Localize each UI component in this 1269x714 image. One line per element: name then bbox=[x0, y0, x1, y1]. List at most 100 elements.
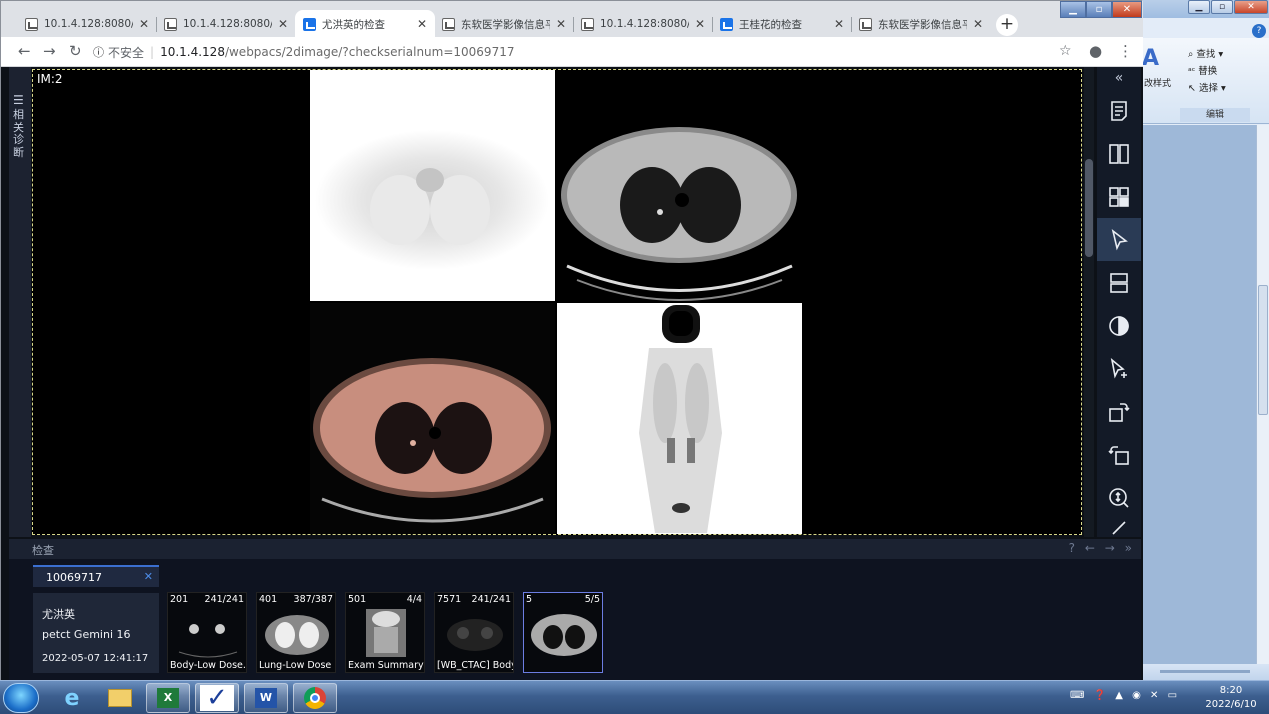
prev-icon[interactable]: ← bbox=[1085, 541, 1098, 555]
reload-icon[interactable]: ↻ bbox=[69, 44, 82, 59]
image-icon bbox=[442, 17, 455, 31]
find-item[interactable]: ⌕ 查找 ▾ bbox=[1188, 46, 1226, 63]
checkmark-app-icon[interactable]: ✓ bbox=[195, 683, 239, 713]
tab-6[interactable]: 王桂花的检查 ✕ bbox=[712, 10, 852, 38]
security-label: 不安全 bbox=[108, 45, 145, 60]
vertical-scrollbar[interactable] bbox=[1256, 125, 1269, 665]
bg-maximize-button[interactable]: ▫ bbox=[1211, 0, 1233, 14]
url-host: 10.1.4.128 bbox=[160, 45, 225, 59]
help-icon[interactable]: ? bbox=[1069, 541, 1078, 555]
app-icon bbox=[720, 17, 733, 31]
start-button[interactable] bbox=[3, 683, 39, 713]
excel-icon[interactable]: X bbox=[146, 683, 190, 713]
list-icon: ☰ bbox=[13, 93, 24, 107]
bg-close-button[interactable]: ✕ bbox=[1234, 0, 1268, 14]
profile-icon[interactable]: ● bbox=[1089, 44, 1102, 59]
series-thumbnail[interactable]: 201 241/241 Body-Low Dose... bbox=[167, 592, 247, 673]
tab-title: 10.1.4.128:8080/pa bbox=[44, 18, 133, 30]
pet-axial-image[interactable] bbox=[310, 70, 555, 301]
address-bar[interactable]: ⓘ 不安全 | 10.1.4.128/webpacs/2dimage/?chec… bbox=[93, 41, 1103, 63]
series-thumbnail-selected[interactable]: 5 5/5 bbox=[523, 592, 603, 673]
rotate-left-icon[interactable] bbox=[1097, 433, 1141, 476]
minimize-button[interactable]: ▁ bbox=[1060, 1, 1086, 18]
close-icon[interactable]: ✕ bbox=[695, 17, 705, 31]
series-preview bbox=[531, 614, 597, 656]
chrome-icon[interactable] bbox=[293, 683, 337, 713]
close-icon[interactable]: ✕ bbox=[556, 17, 566, 31]
maximize-button[interactable]: ▫ bbox=[1086, 1, 1112, 18]
viewer-scrollbar[interactable] bbox=[1084, 67, 1094, 537]
info-icon[interactable]: ⓘ bbox=[93, 44, 104, 60]
menu-icon[interactable]: ⋮ bbox=[1118, 44, 1133, 59]
exam-controls: ? ← → » bbox=[1069, 541, 1135, 555]
tab-title: 东软医学影像信息平 bbox=[461, 18, 550, 31]
clock-date: 2022/6/10 bbox=[1205, 699, 1257, 710]
folder-icon[interactable] bbox=[98, 683, 142, 713]
mip-scan-graphic bbox=[639, 305, 722, 533]
report-icon[interactable] bbox=[1097, 89, 1141, 132]
back-icon[interactable]: ← bbox=[18, 44, 31, 59]
contrast-icon[interactable] bbox=[1097, 304, 1141, 347]
close-icon[interactable]: ✕ bbox=[973, 17, 983, 31]
series-thumbnail[interactable]: 7571 241/241 [WB_CTAC] Body bbox=[434, 592, 514, 673]
next-icon[interactable]: → bbox=[1105, 541, 1118, 555]
close-icon[interactable]: ✕ bbox=[278, 17, 288, 31]
image-icon bbox=[581, 17, 594, 31]
series-thumbnail[interactable]: 501 4/4 Exam Summary bbox=[345, 592, 425, 673]
select-add-icon[interactable] bbox=[1097, 347, 1141, 390]
image-viewer[interactable]: IM:2 bbox=[32, 69, 1082, 535]
series-description: [WB_CTAC] Body bbox=[437, 660, 513, 671]
image-icon bbox=[25, 17, 38, 31]
patient-card[interactable]: 尤洪英 petct Gemini 16 2022-05-07 12:41:17 bbox=[33, 593, 159, 673]
related-diagnosis-label: 相关诊断 bbox=[13, 108, 24, 159]
select-item[interactable]: ↖ 选择 ▾ bbox=[1188, 80, 1226, 97]
tab-title: 10.1.4.128:8080/pa bbox=[600, 18, 689, 30]
related-diagnosis-panel[interactable]: ☰ 相关诊断 bbox=[9, 67, 31, 537]
help-icon[interactable]: ? bbox=[1252, 24, 1266, 38]
tab-7[interactable]: 东软医学影像信息平 ✕ bbox=[851, 10, 991, 38]
close-icon[interactable]: ✕ bbox=[834, 17, 844, 31]
browser-toolbar: ← → ↻ ⓘ 不安全 | 10.1.4.128/webpacs/2dimage… bbox=[1, 37, 1143, 67]
grid-layout-icon[interactable] bbox=[1097, 175, 1141, 218]
rotate-right-icon[interactable] bbox=[1097, 390, 1141, 433]
tab-2[interactable]: 10.1.4.128:8080/pa ✕ bbox=[156, 10, 296, 38]
exam-tab[interactable]: 10069717 ✕ bbox=[33, 565, 159, 587]
series-description: Exam Summary bbox=[348, 660, 424, 671]
star-icon[interactable]: ☆ bbox=[1059, 44, 1072, 59]
series-count: 241/241 bbox=[471, 594, 511, 605]
series-number: 401 bbox=[259, 594, 278, 605]
tab-1[interactable]: 10.1.4.128:8080/pa ✕ bbox=[17, 10, 157, 38]
system-tray[interactable]: ⌨ ❓ ▲ ◉ ✕ ▭ bbox=[1070, 690, 1195, 706]
tab-4[interactable]: 东软医学影像信息平 ✕ bbox=[434, 10, 574, 38]
pointer-icon[interactable] bbox=[1097, 218, 1141, 261]
fused-pet-ct-image[interactable] bbox=[310, 303, 555, 534]
word-icon[interactable]: W bbox=[244, 683, 288, 713]
replace-item[interactable]: ᵃᶜ 替换 bbox=[1188, 63, 1226, 80]
scroll-thumb[interactable] bbox=[1085, 159, 1093, 257]
stack-layout-icon[interactable] bbox=[1097, 261, 1141, 304]
tab-5[interactable]: 10.1.4.128:8080/pa ✕ bbox=[573, 10, 713, 38]
close-icon[interactable]: ✕ bbox=[417, 17, 427, 31]
patient-name: 尤洪英 bbox=[42, 608, 75, 621]
tab-3-active[interactable]: 尤洪英的检查 ✕ bbox=[295, 10, 435, 38]
bg-minimize-button[interactable]: ▁ bbox=[1188, 0, 1210, 14]
app-icon bbox=[303, 17, 316, 31]
series-thumbnail[interactable]: 401 387/387 Lung-Low Dose ... bbox=[256, 592, 336, 673]
more-icon[interactable] bbox=[1097, 519, 1141, 537]
zoom-slider[interactable] bbox=[1160, 670, 1250, 673]
close-icon[interactable]: ✕ bbox=[139, 17, 149, 31]
zoom-icon[interactable] bbox=[1097, 476, 1141, 519]
close-window-button[interactable]: ✕ bbox=[1112, 1, 1142, 18]
forward-icon[interactable]: → bbox=[43, 44, 56, 59]
split-layout-icon[interactable] bbox=[1097, 132, 1141, 175]
ie-icon[interactable]: e bbox=[50, 683, 94, 713]
scroll-thumb[interactable] bbox=[1258, 285, 1268, 415]
ct-axial-image[interactable] bbox=[557, 70, 802, 301]
pet-mip-image[interactable] bbox=[557, 303, 802, 534]
collapse-icon[interactable]: « bbox=[1097, 67, 1141, 89]
close-icon[interactable]: ✕ bbox=[144, 570, 153, 583]
new-tab-button[interactable]: + bbox=[996, 14, 1018, 36]
clock[interactable]: 8:20 2022/6/10 bbox=[1196, 684, 1266, 712]
change-styles-label[interactable]: 改样式 bbox=[1144, 76, 1171, 89]
expand-icon[interactable]: » bbox=[1125, 541, 1135, 555]
